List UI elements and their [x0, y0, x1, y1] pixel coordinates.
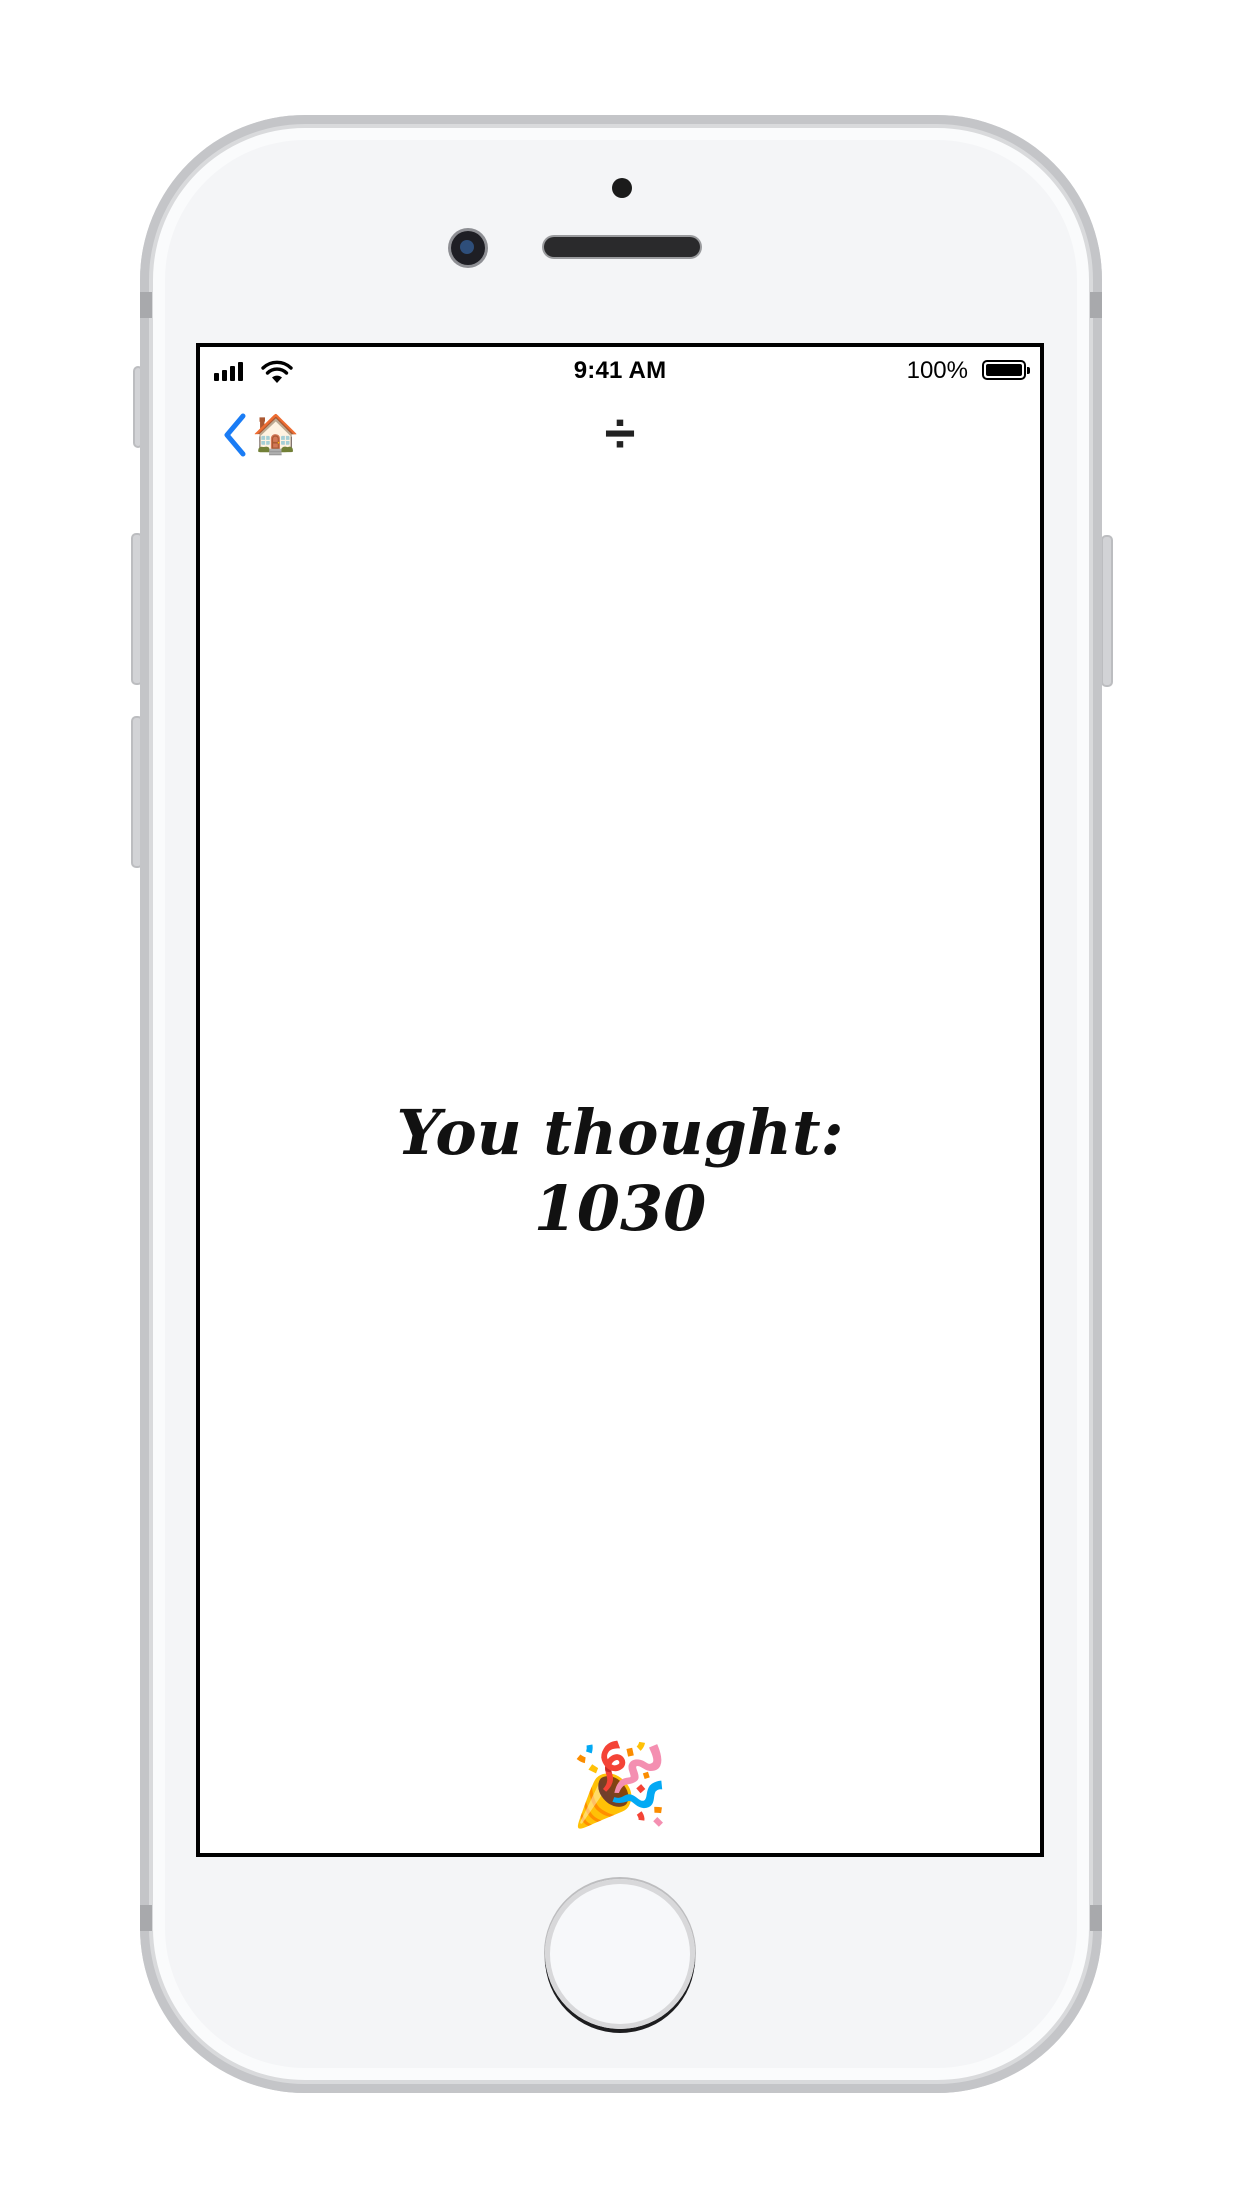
status-bar: 9:41 AM 100%: [200, 347, 1040, 399]
power-button: [1101, 535, 1113, 687]
front-camera-icon: [451, 231, 485, 265]
app-screen: 9:41 AM 100% 🏠 ÷ You thought: 1030 🎉: [196, 343, 1044, 1857]
proximity-sensor: [612, 178, 632, 198]
antenna-band-bottom-right: [1090, 1905, 1102, 1931]
antenna-band-bottom-left: [140, 1905, 152, 1931]
battery-fill: [986, 364, 1022, 376]
battery-percentage: 100%: [906, 357, 968, 384]
result-value: 1030: [533, 1172, 707, 1245]
home-button[interactable]: [545, 1879, 695, 2029]
antenna-band-top-right: [1090, 292, 1102, 318]
earpiece-speaker: [544, 237, 700, 257]
page-title: ÷: [604, 401, 636, 464]
antenna-band-top-left: [140, 292, 152, 318]
battery-icon: [982, 360, 1030, 380]
party-popper-icon: 🎉: [570, 1740, 670, 1829]
thought-result: You thought: 1030: [200, 1095, 1040, 1247]
navigation-bar: 🏠 ÷: [200, 399, 1040, 479]
result-label: You thought:: [396, 1096, 844, 1169]
